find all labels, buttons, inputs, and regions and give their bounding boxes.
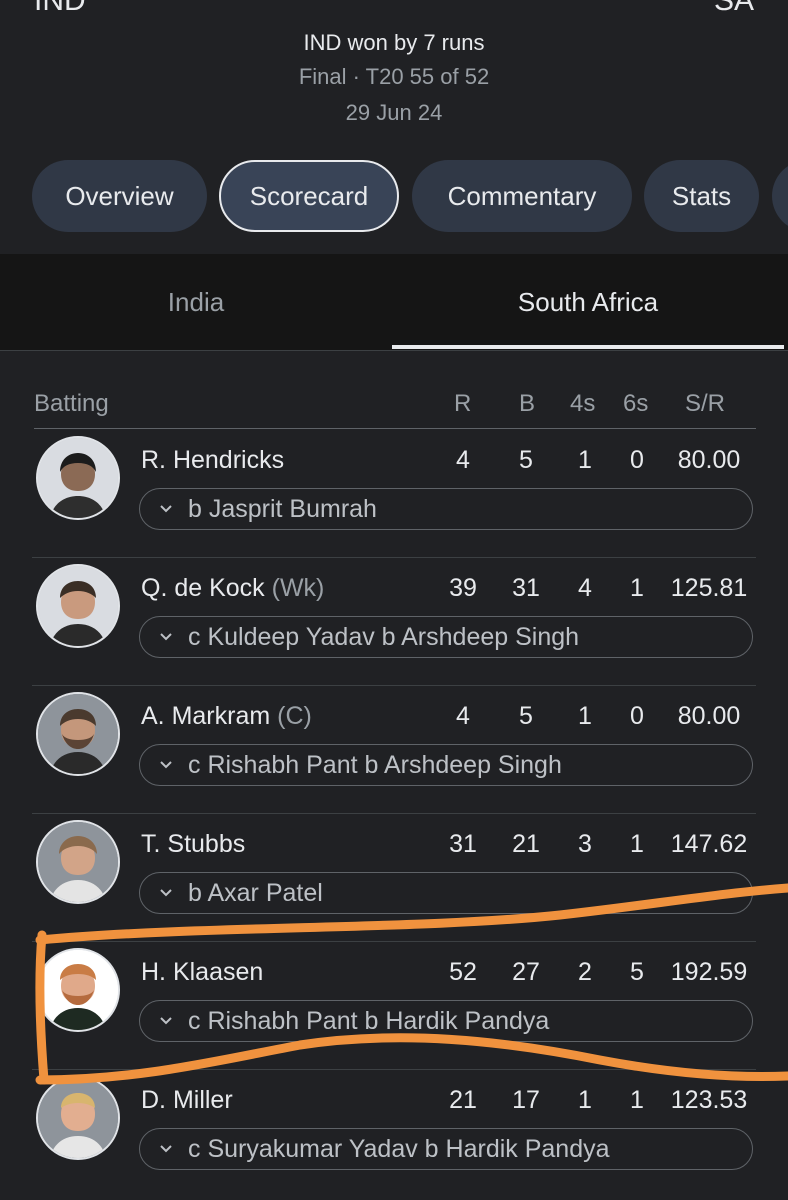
- batter-row[interactable]: R. Hendricks 4 5 1 0 80.00 b Jasprit Bum…: [32, 430, 756, 558]
- fours-value: 1: [578, 446, 592, 474]
- team-codes: IND SA: [0, 0, 788, 17]
- dismissal-text: c Kuldeep Yadav b Arshdeep Singh: [188, 622, 580, 651]
- dismissal-expander[interactable]: c Rishabh Pant b Hardik Pandya: [139, 1000, 753, 1042]
- chip-stats[interactable]: Stats: [644, 160, 759, 232]
- team-right-code: SA: [713, 0, 754, 17]
- player-name: H. Klaasen: [141, 958, 264, 986]
- chip-commentary[interactable]: Commentary: [412, 160, 632, 232]
- dismissal-text: c Rishabh Pant b Hardik Pandya: [188, 1006, 550, 1035]
- chevron-down-icon: [160, 761, 172, 769]
- chip-overview[interactable]: Overview: [32, 160, 207, 232]
- tab-active-indicator: [392, 345, 784, 349]
- team-left-code: IND: [34, 0, 86, 17]
- fours-value: 1: [578, 702, 592, 730]
- col-runs: R: [454, 390, 472, 417]
- player-avatar: [36, 820, 120, 904]
- runs-value: 39: [449, 574, 477, 602]
- balls-value: 27: [512, 958, 540, 986]
- chip-scorecard[interactable]: Scorecard: [219, 160, 399, 232]
- dismissal-expander[interactable]: c Suryakumar Yadav b Hardik Pandya: [139, 1128, 753, 1170]
- chevron-down-icon: [160, 505, 172, 513]
- runs-value: 4: [456, 702, 470, 730]
- dismissal-expander[interactable]: b Axar Patel: [139, 872, 753, 914]
- player-avatar: [36, 564, 120, 648]
- balls-value: 31: [512, 574, 540, 602]
- balls-value: 5: [519, 446, 533, 474]
- fours-value: 1: [578, 1086, 592, 1114]
- dismissal-text: c Rishabh Pant b Arshdeep Singh: [188, 750, 562, 779]
- col-sr: S/R: [685, 390, 726, 417]
- batter-row[interactable]: H. Klaasen 52 27 2 5 192.59 c Rishabh Pa…: [32, 942, 756, 1070]
- player-name: D. Miller: [141, 1086, 233, 1114]
- runs-value: 31: [449, 830, 477, 858]
- match-status: Final · T20 55 of 52: [298, 64, 490, 89]
- batter-row[interactable]: D. Miller 21 17 1 1 123.53 c Suryakumar …: [32, 1070, 756, 1198]
- chevron-down-icon: [160, 1145, 172, 1153]
- sixes-value: 5: [630, 958, 644, 986]
- sixes-value: 0: [630, 446, 644, 474]
- sixes-value: 0: [630, 702, 644, 730]
- player-avatar: [36, 692, 120, 776]
- sixes-value: 1: [630, 830, 644, 858]
- col-fours: 4s: [570, 390, 596, 417]
- runs-value: 52: [449, 958, 477, 986]
- player-name: T. Stubbs: [141, 830, 246, 858]
- tab-india[interactable]: India: [0, 254, 392, 351]
- dismissal-expander[interactable]: c Kuldeep Yadav b Arshdeep Singh: [139, 616, 753, 658]
- strike-rate-value: 147.62: [670, 830, 748, 858]
- strike-rate-value: 125.81: [670, 574, 748, 602]
- chevron-down-icon: [160, 633, 172, 641]
- chevron-down-icon: [160, 889, 172, 897]
- strike-rate-value: 123.53: [670, 1086, 748, 1114]
- sixes-value: 1: [630, 1086, 644, 1114]
- col-balls: B: [519, 390, 536, 417]
- dismissal-expander[interactable]: b Jasprit Bumrah: [139, 488, 753, 530]
- batting-title: Batting: [34, 390, 109, 417]
- balls-value: 21: [512, 830, 540, 858]
- strike-rate-value: 192.59: [670, 958, 748, 986]
- runs-value: 21: [449, 1086, 477, 1114]
- fours-value: 2: [578, 958, 592, 986]
- player-name: A. Markram (C): [141, 702, 312, 730]
- batter-row[interactable]: T. Stubbs 31 21 3 1 147.62 b Axar Patel: [32, 814, 756, 942]
- chip-more[interactable]: [772, 160, 788, 232]
- nav-chips: Overview Scorecard Commentary Stats: [32, 160, 788, 232]
- dismissal-text: b Jasprit Bumrah: [188, 494, 377, 523]
- col-sixes: 6s: [623, 390, 649, 417]
- batting-header: Batting R B 4s 6s S/R: [34, 380, 756, 429]
- player-avatar: [36, 948, 120, 1032]
- player-avatar: [36, 436, 120, 520]
- dismissal-text: b Axar Patel: [188, 878, 323, 907]
- dismissal-expander[interactable]: c Rishabh Pant b Arshdeep Singh: [139, 744, 753, 786]
- player-name: R. Hendricks: [141, 446, 285, 474]
- dismissal-text: c Suryakumar Yadav b Hardik Pandya: [188, 1134, 610, 1163]
- balls-value: 5: [519, 702, 533, 730]
- runs-value: 4: [456, 446, 470, 474]
- sixes-value: 1: [630, 574, 644, 602]
- tabs-divider: [0, 350, 788, 351]
- strike-rate-value: 80.00: [677, 702, 741, 730]
- match-result: IND won by 7 runs: [303, 30, 485, 55]
- player-name: Q. de Kock (Wk): [141, 574, 325, 602]
- match-date: 29 Jun 24: [345, 100, 443, 125]
- tab-south-africa[interactable]: South Africa: [392, 254, 784, 351]
- batter-row[interactable]: Q. de Kock (Wk) 39 31 4 1 125.81 c Kulde…: [32, 558, 756, 686]
- batter-row[interactable]: A. Markram (C) 4 5 1 0 80.00 c Rishabh P…: [32, 686, 756, 814]
- chevron-down-icon: [160, 1017, 172, 1025]
- team-tabs: India South Africa: [0, 254, 788, 351]
- fours-value: 3: [578, 830, 592, 858]
- player-avatar: [36, 1076, 120, 1160]
- fours-value: 4: [578, 574, 592, 602]
- strike-rate-value: 80.00: [677, 446, 741, 474]
- balls-value: 17: [512, 1086, 540, 1114]
